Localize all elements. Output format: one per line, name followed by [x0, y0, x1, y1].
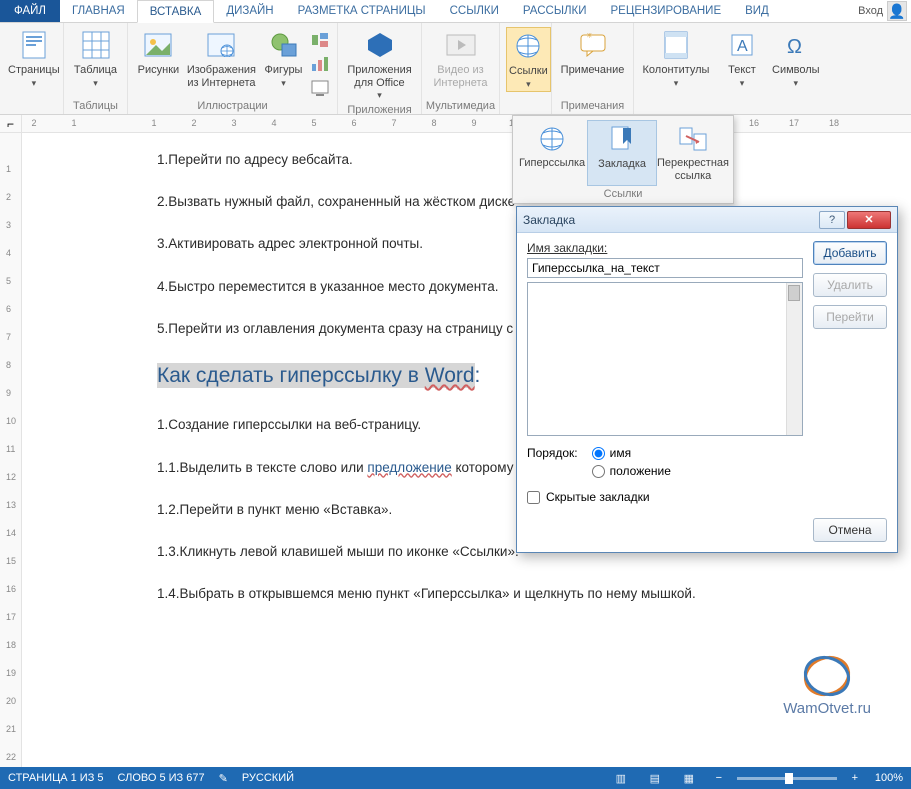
view-web-icon[interactable]: ▦	[679, 770, 699, 786]
pictures-icon	[142, 29, 174, 61]
apps-button[interactable]: Приложения для Office▾	[344, 27, 415, 103]
dialog-titlebar[interactable]: Закладка ? ✕	[517, 207, 897, 233]
ruler-horizontal: ⌐ 21123456789101112131415161718	[0, 115, 911, 133]
comment-icon: ✳	[577, 29, 609, 61]
name-label: Имя закладки:	[527, 241, 803, 255]
group-comments-label: Примечания	[552, 99, 633, 114]
tab-design[interactable]: ДИЗАЙН	[214, 0, 285, 22]
zoom-in-button[interactable]: +	[849, 772, 861, 784]
online-pictures-icon	[205, 29, 237, 61]
login-area[interactable]: Вход 👤	[858, 0, 911, 22]
comment-button[interactable]: ✳ Примечание	[558, 27, 627, 79]
crossref-icon	[678, 124, 708, 154]
status-bar: СТРАНИЦА 1 ИЗ 5 СЛОВО 5 ИЗ 677 ✎ РУССКИЙ…	[0, 767, 911, 789]
bookmark-name-input[interactable]	[527, 258, 803, 278]
svg-text:✳: ✳	[586, 33, 593, 40]
status-words[interactable]: СЛОВО 5 ИЗ 677	[118, 772, 205, 784]
illustrations-mini	[309, 27, 331, 99]
video-icon	[445, 29, 477, 61]
symbols-icon: Ω	[780, 29, 812, 61]
tab-home[interactable]: ГЛАВНАЯ	[60, 0, 137, 22]
globe-icon	[537, 124, 567, 154]
tab-view[interactable]: ВИД	[733, 0, 781, 22]
hidden-checkbox[interactable]: Скрытые закладки	[527, 490, 803, 504]
smartart-button[interactable]	[309, 29, 331, 51]
group-illustr-label: Иллюстрации	[128, 99, 337, 114]
goto-button[interactable]: Перейти	[813, 305, 887, 329]
shapes-icon	[268, 29, 300, 61]
order-label: Порядок:	[527, 446, 578, 460]
online-pictures-button[interactable]: Изображения из Интернета	[185, 27, 258, 91]
menu-bar: ФАЙЛ ГЛАВНАЯ ВСТАВКА ДИЗАЙН РАЗМЕТКА СТР…	[0, 0, 911, 23]
svg-text:A: A	[737, 38, 748, 55]
table-icon	[80, 29, 112, 61]
symbols-button[interactable]: Ω Символы▾	[770, 27, 822, 90]
dropdown-hyperlink[interactable]: Гиперссылка	[517, 120, 587, 186]
view-read-icon[interactable]: ▥	[611, 770, 631, 786]
bookmark-list[interactable]	[527, 282, 803, 436]
tab-file[interactable]: ФАЙЛ	[0, 0, 60, 22]
group-tables-label: Таблицы	[64, 99, 127, 114]
headerfooter-button[interactable]: Колонтитулы▾	[640, 27, 712, 90]
scrollbar[interactable]	[786, 283, 802, 435]
dialog-title: Закладка	[523, 213, 575, 227]
ruler-vertical: 12345678910111213141516171819202122	[0, 133, 22, 767]
zoom-value[interactable]: 100%	[875, 772, 903, 784]
login-label: Вход	[858, 5, 883, 17]
status-lang[interactable]: РУССКИЙ	[242, 772, 294, 784]
doc-line: 1.4.Выбрать в открывшемся меню пункт «Ги…	[157, 585, 847, 603]
tab-layout[interactable]: РАЗМЕТКА СТРАНИЦЫ	[286, 0, 438, 22]
zoom-slider[interactable]	[737, 777, 837, 780]
doc-line: 1.Перейти по адресу вебсайта.	[157, 151, 847, 169]
online-video-button[interactable]: Видео из Интернета	[428, 27, 493, 91]
text-icon: A	[726, 29, 758, 61]
group-media-label: Мультимедиа	[422, 99, 499, 114]
order-name-radio[interactable]: имя	[592, 446, 671, 460]
links-icon	[512, 30, 544, 62]
tab-mailings[interactable]: РАССЫЛКИ	[511, 0, 599, 22]
avatar-icon: 👤	[887, 1, 907, 21]
chart-button[interactable]	[309, 53, 331, 75]
table-button[interactable]: Таблица▾	[70, 27, 121, 90]
dropdown-group-label: Ссылки	[513, 186, 733, 203]
ribbon: Страницы▾ Таблица▾ Таблицы Рисунки Изобр…	[0, 23, 911, 115]
view-print-icon[interactable]: ▤	[645, 770, 665, 786]
delete-button[interactable]: Удалить	[813, 273, 887, 297]
cancel-button[interactable]: Отмена	[813, 518, 887, 542]
order-pos-radio[interactable]: положение	[592, 464, 671, 478]
screenshot-button[interactable]	[309, 77, 331, 99]
tab-insert[interactable]: ВСТАВКА	[137, 0, 215, 23]
tab-references[interactable]: ССЫЛКИ	[438, 0, 511, 22]
zoom-out-button[interactable]: −	[713, 772, 725, 784]
watermark: WamOtvet.ru	[783, 654, 871, 717]
close-button[interactable]: ✕	[847, 211, 891, 229]
text-button[interactable]: A Текст▾	[724, 27, 760, 90]
ruler-corner[interactable]: ⌐	[0, 115, 22, 132]
shapes-button[interactable]: Фигуры▾	[260, 27, 307, 90]
pages-button[interactable]: Страницы▾	[6, 27, 62, 90]
tab-review[interactable]: РЕЦЕНЗИРОВАНИЕ	[599, 0, 734, 22]
add-button[interactable]: Добавить	[813, 241, 887, 265]
page-icon	[18, 29, 50, 61]
bookmark-dialog: Закладка ? ✕ Имя закладки: Порядок: имя …	[516, 206, 898, 553]
headerfooter-icon	[660, 29, 692, 61]
pictures-button[interactable]: Рисунки	[134, 27, 183, 79]
dropdown-crossref[interactable]: Перекрестная ссылка	[657, 120, 729, 186]
help-button[interactable]: ?	[819, 211, 845, 229]
dropdown-bookmark[interactable]: Закладка	[587, 120, 657, 186]
links-dropdown: Гиперссылка Закладка Перекрестная ссылка…	[512, 115, 734, 204]
status-proof-icon[interactable]: ✎	[219, 772, 228, 785]
status-page[interactable]: СТРАНИЦА 1 ИЗ 5	[8, 772, 104, 784]
links-button[interactable]: Ссылки▾	[506, 27, 551, 92]
apps-icon	[364, 29, 396, 61]
bookmark-icon	[607, 125, 637, 155]
svg-text:Ω: Ω	[787, 36, 802, 57]
